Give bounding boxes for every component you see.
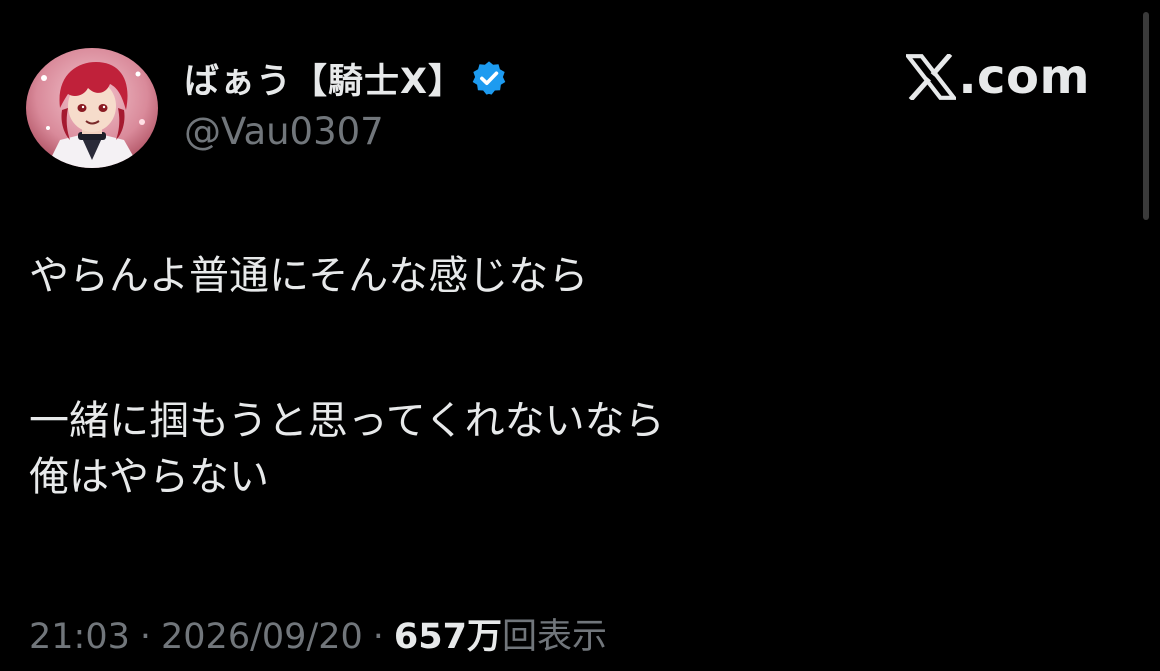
brand-domain-text: .com	[958, 49, 1090, 105]
views-label: 回表示	[501, 617, 607, 657]
scrollbar[interactable]	[1143, 12, 1149, 220]
views-count[interactable]: 657万	[394, 608, 502, 659]
avatar[interactable]	[26, 48, 158, 168]
user-names: ばぁう【騎士X】 @Vau0307	[184, 52, 508, 153]
x-com-brand: .com	[906, 49, 1090, 105]
tweet-text: やらんよ普通にそんな感じなら 一緒に掴もうと思ってくれないなら 俺はやらない	[29, 248, 1109, 505]
meta-separator: ·	[139, 617, 152, 657]
tweet-line: やらんよ普通にそんな感じなら	[29, 253, 589, 299]
tweet-line: 俺はやらない	[29, 454, 269, 500]
user-handle[interactable]: @Vau0307	[184, 110, 508, 153]
tweet-meta: 21:03 · 2026/09/20 · 657万 回表示	[29, 608, 607, 659]
display-name-row: ばぁう【騎士X】	[184, 52, 508, 104]
x-logo-icon	[906, 54, 957, 100]
tweet-date[interactable]: 2026/09/20	[161, 617, 363, 657]
display-name[interactable]: ばぁう【騎士X】	[184, 53, 464, 104]
avatar-image	[26, 48, 158, 168]
verified-badge-icon	[472, 61, 506, 95]
tweet-line: 一緒に掴もうと思ってくれないなら	[29, 398, 665, 444]
tweet-header: ばぁう【騎士X】 @Vau0307 .com	[26, 48, 1126, 173]
meta-separator: ·	[372, 617, 384, 657]
tweet-time[interactable]: 21:03	[29, 617, 130, 657]
